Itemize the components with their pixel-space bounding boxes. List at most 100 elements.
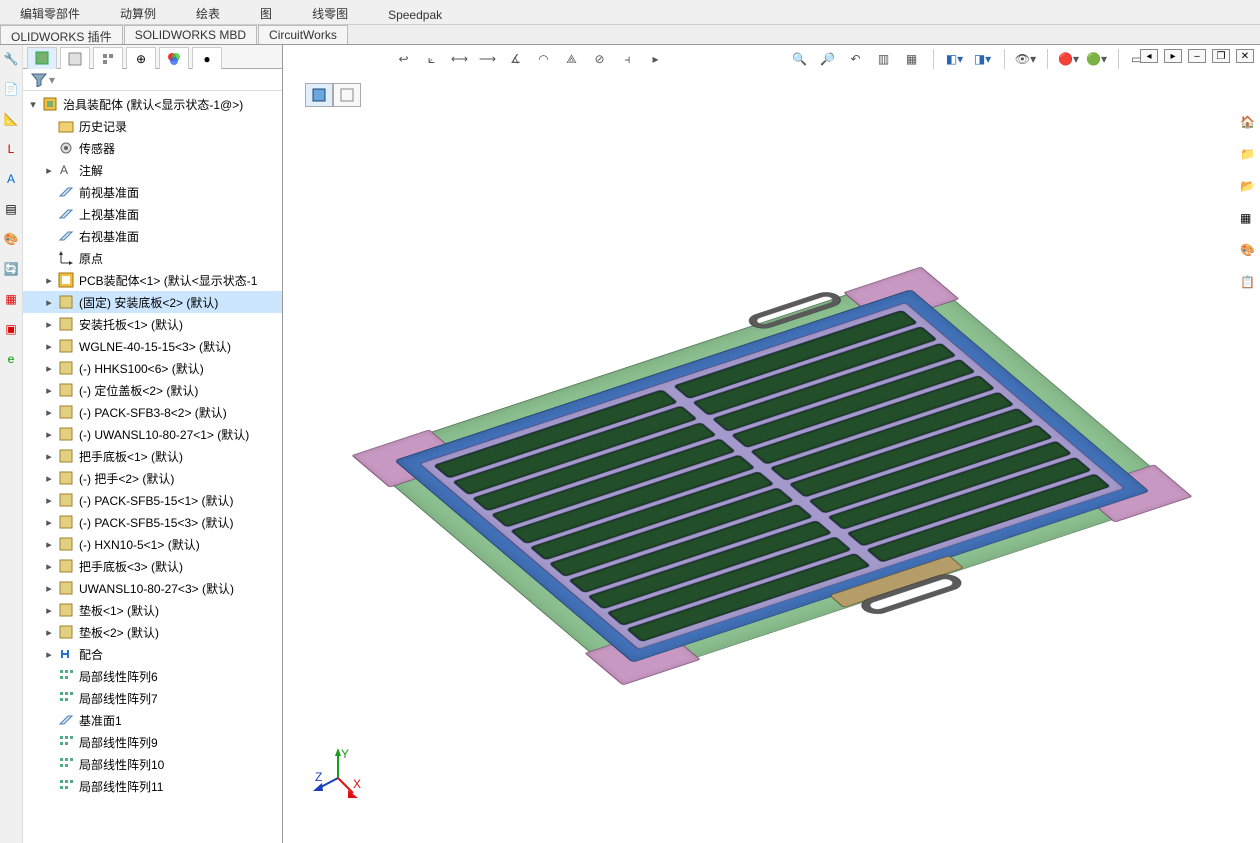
tree-item-5[interactable]: 右视基准面 [23, 225, 282, 247]
tree-toggle[interactable]: ▸ [43, 164, 55, 177]
child-prev-icon[interactable]: ◂ [1140, 49, 1158, 63]
taskpane-explorer-icon[interactable]: 📂 [1240, 179, 1258, 197]
tree-item-7[interactable]: ▸PCB装配体<1> (默认<显示状态-1 [23, 269, 282, 291]
tree-item-14[interactable]: ▸(-) UWANSL10-80-27<1> (默认) [23, 423, 282, 445]
tree-item-1[interactable]: 传感器 [23, 137, 282, 159]
tree-toggle[interactable]: ▸ [43, 538, 55, 551]
tree-toggle[interactable]: ▸ [43, 582, 55, 595]
tree-item-10[interactable]: ▸WGLNE-40-15-15<3> (默认) [23, 335, 282, 357]
tree-item-24[interactable]: ▸配合 [23, 643, 282, 665]
tree-item-17[interactable]: ▸(-) PACK-SFB5-15<1> (默认) [23, 489, 282, 511]
tree-toggle[interactable]: ▸ [43, 494, 55, 507]
feature-manager-filter[interactable]: ▾ [23, 69, 282, 91]
measure-icon[interactable]: ⟀ [421, 48, 443, 70]
gutter-icon-pdf[interactable]: e [2, 350, 20, 368]
reference-triad-icon[interactable]: Y Z X [313, 748, 363, 798]
ribbon-btn-drawing[interactable]: 图 [240, 5, 292, 24]
gutter-icon-sketch[interactable]: L [2, 140, 20, 158]
reference-geometry-history-icon[interactable]: ↩ [393, 48, 415, 70]
tree-item-30[interactable]: 局部线性阵列11 [23, 775, 282, 797]
section-view-icon[interactable]: ▥ [873, 48, 895, 70]
tree-item-15[interactable]: ▸把手底板<1> (默认) [23, 445, 282, 467]
tree-item-2[interactable]: ▸A注解 [23, 159, 282, 181]
child-next-icon[interactable]: ▸ [1164, 49, 1182, 63]
tree-item-29[interactable]: 局部线性阵列10 [23, 753, 282, 775]
tree-toggle[interactable]: ▾ [27, 98, 39, 111]
fm-tab-feature-tree[interactable] [27, 47, 57, 69]
display-style-icon[interactable]: ◧▾ [944, 48, 966, 70]
tree-item-21[interactable]: ▸UWANSL10-80-27<3> (默认) [23, 577, 282, 599]
flyout-tab-3dviews[interactable] [333, 83, 361, 107]
tree-item-0[interactable]: 历史记录 [23, 115, 282, 137]
tree-toggle[interactable]: ▸ [43, 450, 55, 463]
taskpane-designlib-icon[interactable]: 📁 [1240, 147, 1258, 165]
tree-toggle[interactable]: ▸ [43, 340, 55, 353]
dim-diam-icon[interactable]: ⊘ [589, 48, 611, 70]
dim-chain-icon[interactable]: ⫞ [617, 48, 639, 70]
feature-tree[interactable]: ▾治具装配体 (默认<显示状态-1@>)历史记录传感器▸A注解前视基准面上视基准… [23, 91, 282, 843]
taskpane-appearance-icon[interactable]: 🎨 [1240, 243, 1258, 261]
tree-item-16[interactable]: ▸(-) 把手<2> (默认) [23, 467, 282, 489]
gutter-icon-appearance[interactable]: 🎨 [2, 230, 20, 248]
tree-toggle[interactable]: ▸ [43, 274, 55, 287]
flyout-tab-model[interactable] [305, 83, 333, 107]
dim-linear-icon[interactable]: ⟷ [449, 48, 471, 70]
tree-item-25[interactable]: 局部线性阵列6 [23, 665, 282, 687]
taskpane-customprops-icon[interactable]: 📋 [1240, 275, 1258, 293]
tree-toggle[interactable]: ▸ [43, 560, 55, 573]
tree-toggle[interactable]: ▸ [43, 428, 55, 441]
fm-tab-property-manager[interactable] [60, 47, 90, 69]
taskpane-resources-icon[interactable]: 🏠 [1240, 115, 1258, 133]
ribbon-btn-speedpak[interactable]: Speedpak [368, 8, 462, 24]
dim-arc-icon[interactable]: ◠ [533, 48, 555, 70]
ribbon-btn-motion[interactable]: 动算例 [100, 5, 176, 24]
tree-toggle[interactable]: ▸ [43, 648, 55, 661]
appearance-icon[interactable]: 🔴▾ [1058, 48, 1080, 70]
tree-toggle[interactable]: ▸ [43, 296, 55, 309]
tree-toggle[interactable]: ▸ [43, 604, 55, 617]
tree-item-11[interactable]: ▸(-) HHKS100<6> (默认) [23, 357, 282, 379]
zoom-area-icon[interactable]: 🔎 [817, 48, 839, 70]
child-restore-icon[interactable]: ❐ [1212, 49, 1230, 63]
tree-item-26[interactable]: 局部线性阵列7 [23, 687, 282, 709]
tree-item-12[interactable]: ▸(-) 定位盖板<2> (默认) [23, 379, 282, 401]
tree-toggle[interactable]: ▸ [43, 384, 55, 397]
hide-show-icon[interactable]: ◨▾ [972, 48, 994, 70]
graphics-viewport[interactable]: ↩ ⟀ ⟷ ⟶ ∡ ◠ ⟁ ⊘ ⫞ ▸ 🔍 🔎 ↶ ▥ ▦ ◧▾ ◨▾ 👁▾ 🔴… [283, 45, 1260, 843]
tree-item-19[interactable]: ▸(-) HXN10-5<1> (默认) [23, 533, 282, 555]
fm-tab-configuration[interactable] [93, 47, 123, 69]
ribbon-btn-wireframe[interactable]: 线零图 [292, 5, 368, 24]
tree-item-27[interactable]: 基准面1 [23, 709, 282, 731]
previous-view-icon[interactable]: ↶ [845, 48, 867, 70]
scene-icon[interactable]: 🟢▾ [1086, 48, 1108, 70]
dim-align-icon[interactable]: ⟶ [477, 48, 499, 70]
tree-item-20[interactable]: ▸把手底板<3> (默认) [23, 555, 282, 577]
tree-item-6[interactable]: 原点 [23, 247, 282, 269]
fm-tab-dimxpert[interactable]: ⊕ [126, 47, 156, 69]
tab-circuitworks[interactable]: CircuitWorks [258, 25, 348, 44]
tree-item-23[interactable]: ▸垫板<2> (默认) [23, 621, 282, 643]
gutter-icon-dim[interactable]: 📐 [2, 110, 20, 128]
gutter-icon-property[interactable]: 📄 [2, 80, 20, 98]
gutter-icon-orient[interactable]: 🔄 [2, 260, 20, 278]
tree-toggle[interactable]: ▸ [43, 516, 55, 529]
gutter-icon-library[interactable]: ▣ [2, 320, 20, 338]
tab-solidworks-addins[interactable]: OLIDWORKS 插件 [0, 25, 123, 44]
tree-item-22[interactable]: ▸垫板<1> (默认) [23, 599, 282, 621]
gutter-icon-note[interactable]: ▤ [2, 200, 20, 218]
dim-angle-icon[interactable]: ∡ [505, 48, 527, 70]
tree-toggle[interactable]: ▸ [43, 362, 55, 375]
ribbon-btn-edit-component[interactable]: 编辑零部件 [0, 5, 100, 24]
dim-radius-icon[interactable]: ⟁ [561, 48, 583, 70]
fm-tab-mbd[interactable]: ● [192, 47, 222, 69]
tree-toggle[interactable]: ▸ [43, 406, 55, 419]
tree-item-9[interactable]: ▸安装托板<1> (默认) [23, 313, 282, 335]
tree-item-4[interactable]: 上视基准面 [23, 203, 282, 225]
tree-item-28[interactable]: 局部线性阵列9 [23, 731, 282, 753]
child-minimize-icon[interactable]: – [1188, 49, 1206, 63]
tree-toggle[interactable]: ▸ [43, 472, 55, 485]
more-icon[interactable]: ▸ [645, 48, 667, 70]
gutter-icon-feature[interactable]: 🔧 [2, 50, 20, 68]
view-orient-icon[interactable]: ▦ [901, 48, 923, 70]
tree-item-18[interactable]: ▸(-) PACK-SFB5-15<3> (默认) [23, 511, 282, 533]
